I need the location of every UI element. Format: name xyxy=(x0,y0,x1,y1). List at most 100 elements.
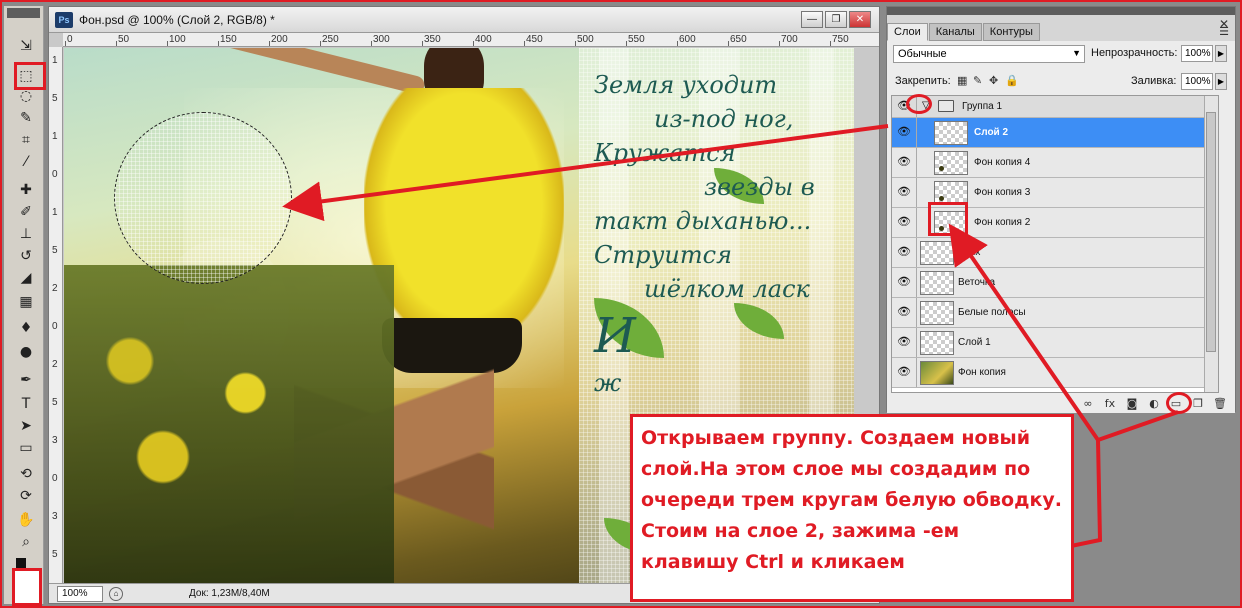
divider xyxy=(916,238,917,267)
lock-all-icon[interactable]: 🔒 xyxy=(1005,74,1019,87)
layer-name: Веточка xyxy=(958,277,996,288)
ruler-label: 1 xyxy=(52,207,58,218)
link-icon[interactable]: ∞ xyxy=(1081,397,1095,410)
eye-icon[interactable]: 👁 xyxy=(895,155,913,171)
layer-name: Группа 1 xyxy=(962,101,1003,112)
eye-icon[interactable]: 👁 xyxy=(895,125,913,141)
minimize-button[interactable]: — xyxy=(801,11,823,28)
ruler-label: 2 xyxy=(52,283,58,294)
tab-channels[interactable]: Каналы xyxy=(928,23,982,41)
layer-row-belye-polosy[interactable]: 👁 Белые полосы xyxy=(892,298,1218,328)
fx-icon[interactable]: fx xyxy=(1103,397,1117,410)
foreground-color-swatch[interactable] xyxy=(16,558,26,568)
gradient-icon[interactable]: ▦ xyxy=(14,292,38,312)
fill-field[interactable]: 100% xyxy=(1181,73,1213,90)
ruler-tick xyxy=(779,41,780,46)
ruler-tick xyxy=(422,41,423,46)
ruler-label: 250 xyxy=(322,34,339,45)
tab-paths[interactable]: Контуры xyxy=(982,23,1040,41)
layer-thumbnail xyxy=(934,151,968,175)
blur-icon[interactable]: ♦ xyxy=(14,318,38,338)
ruler-label: 0 xyxy=(67,34,73,45)
layers-panel-grip[interactable] xyxy=(887,7,1235,15)
divider xyxy=(916,208,917,237)
vertical-ruler[interactable]: 1 5 1 0 1 5 2 0 2 5 3 0 3 5 xyxy=(49,47,63,585)
layer-thumbnail xyxy=(920,301,954,325)
ruler-tick xyxy=(116,41,117,46)
crop-icon[interactable]: ⌗ xyxy=(14,130,38,150)
poem-text: Земля уходит из-под ног, Кружатся звезды… xyxy=(594,68,844,400)
layer-list-scrollbar[interactable] xyxy=(1204,96,1218,392)
shape-icon[interactable]: ▭ xyxy=(14,438,38,458)
dodge-icon[interactable]: ● xyxy=(14,342,38,362)
ruler-label: 0 xyxy=(52,169,58,180)
layer-row-fon-kopiya-4[interactable]: 👁 Фон копия 4 xyxy=(892,148,1218,178)
eye-icon[interactable]: 👁 xyxy=(895,185,913,201)
ruler-label: 5 xyxy=(52,549,58,560)
lock-position-icon[interactable]: ✥ xyxy=(989,74,998,87)
type-icon[interactable]: T xyxy=(14,394,38,414)
ruler-label: 3 xyxy=(52,435,58,446)
layer-name: Фон копия 4 xyxy=(974,157,1031,168)
ruler-tick xyxy=(575,41,576,46)
layer-name: Фон копия 3 xyxy=(974,187,1031,198)
lock-pixels-icon[interactable]: ✎ xyxy=(973,74,982,87)
eyedropper-icon[interactable]: ⁄ xyxy=(14,152,38,172)
trash-icon[interactable]: 🗑 xyxy=(1213,397,1227,410)
brush-icon[interactable]: ✐ xyxy=(14,202,38,222)
adjustment-icon[interactable]: ◐ xyxy=(1147,397,1161,410)
eye-icon[interactable]: 👁 xyxy=(895,305,913,321)
layer-row-vetochka[interactable]: 👁 Веточка xyxy=(892,268,1218,298)
maximize-button[interactable]: ❐ xyxy=(825,11,847,28)
fill-slider-icon[interactable]: ▶ xyxy=(1215,73,1227,90)
horizontal-ruler[interactable]: 0 50 100 150 200 250 300 350 400 450 500 550 600 650 7… xyxy=(63,33,879,47)
opacity-slider-icon[interactable]: ▶ xyxy=(1215,45,1227,62)
eye-icon[interactable]: 👁 xyxy=(895,245,913,261)
ruler-tick xyxy=(218,41,219,46)
hand-icon[interactable]: ✋ xyxy=(14,510,38,530)
zoom-icon[interactable]: ⌕ xyxy=(14,532,38,552)
divider xyxy=(916,118,917,147)
new-layer-icon[interactable]: ❐ xyxy=(1191,397,1205,410)
stamp-icon[interactable]: ⊥ xyxy=(14,224,38,244)
divider xyxy=(916,358,917,387)
layer-thumbnail xyxy=(934,121,968,145)
move-icon[interactable]: ⇲ xyxy=(14,36,38,56)
ruler-label: 5 xyxy=(52,245,58,256)
mask-icon[interactable]: ◙ xyxy=(1125,397,1139,410)
layer-row-stih[interactable]: 👁 Стих xyxy=(892,238,1218,268)
status-info-icon[interactable]: ⌂ xyxy=(109,586,123,601)
zoom-field[interactable]: 100% xyxy=(57,585,103,602)
pen-icon[interactable]: ✒ xyxy=(14,370,38,390)
healing-icon[interactable]: ✚ xyxy=(14,180,38,200)
ruler-tick xyxy=(677,41,678,46)
blend-mode-select[interactable]: Обычные ▼ xyxy=(893,45,1085,63)
circle-selection[interactable] xyxy=(114,112,292,284)
layer-row-sloy-2[interactable]: 👁 Слой 2 xyxy=(892,118,1218,148)
layer-row-sloy-1[interactable]: 👁 Слой 1 xyxy=(892,328,1218,358)
path-select-icon[interactable]: ➤ xyxy=(14,416,38,436)
eye-icon[interactable]: 👁 xyxy=(895,335,913,351)
history-brush-icon[interactable]: ↺ xyxy=(14,246,38,266)
quick-select-icon[interactable]: ✎ xyxy=(14,108,38,128)
3d-orbit-icon[interactable]: ⟳ xyxy=(14,486,38,506)
document-titlebar[interactable]: Ps Фон.psd @ 100% (Слой 2, RGB/8) * — ❐ … xyxy=(49,7,879,33)
lock-transparency-icon[interactable]: ▦ xyxy=(957,74,967,87)
background-color-swatch[interactable] xyxy=(12,568,42,606)
layer-row-fon-kopiya[interactable]: 👁 Фон копия xyxy=(892,358,1218,388)
eye-icon[interactable]: 👁 xyxy=(895,365,913,381)
eye-icon[interactable]: 👁 xyxy=(895,215,913,231)
eye-icon[interactable]: 👁 xyxy=(895,275,913,291)
layer-row-group-1[interactable]: 👁 ▽ Группа 1 xyxy=(892,96,1218,118)
poem-line: Струится xyxy=(594,241,732,269)
eraser-icon[interactable]: ◢ xyxy=(14,268,38,288)
3d-rotate-icon[interactable]: ⟲ xyxy=(14,464,38,484)
doc-size-info[interactable]: Док: 1,23M/8,40M xyxy=(189,588,270,599)
tools-grip[interactable] xyxy=(7,8,40,18)
divider xyxy=(916,328,917,357)
close-button[interactable]: ✕ xyxy=(849,11,871,28)
scrollbar-thumb[interactable] xyxy=(1206,112,1216,352)
opacity-field[interactable]: 100% xyxy=(1181,45,1213,62)
panel-menu-icon[interactable]: ☰ xyxy=(1219,25,1229,38)
tab-layers[interactable]: Слои xyxy=(887,23,928,41)
